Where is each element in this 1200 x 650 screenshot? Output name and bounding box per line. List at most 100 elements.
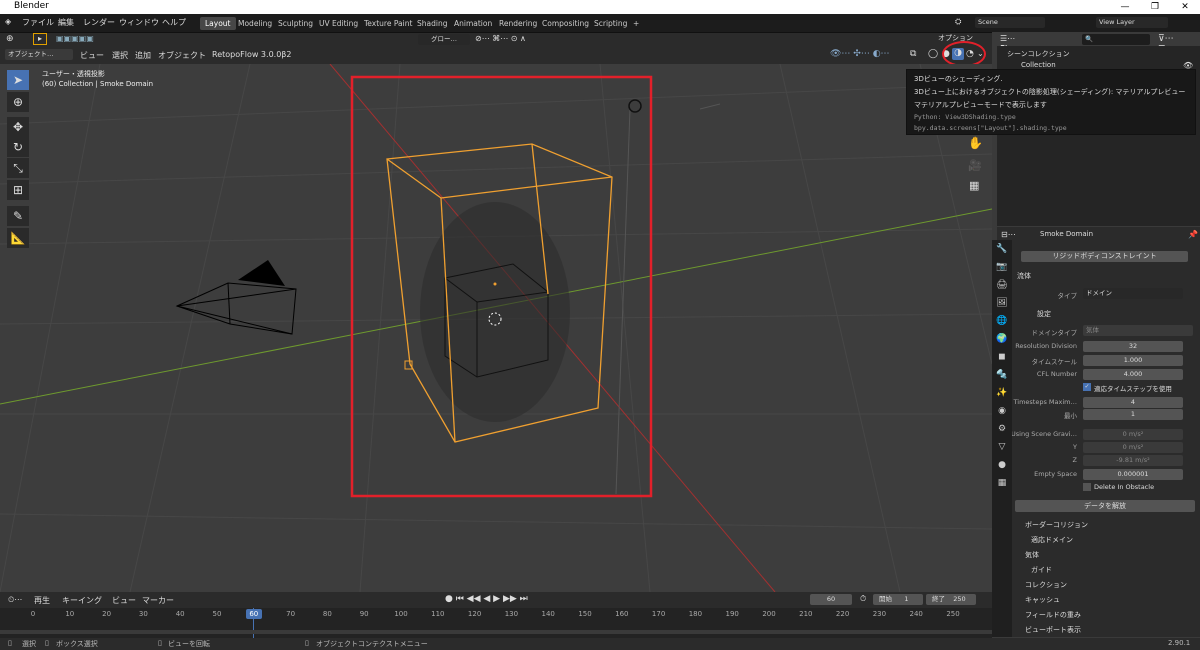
tool-settings-bar: ⊕ ▸ ▣▣▣▣▣ グロー… ⊘⋯ ⌘⋯ ⊙ ∧ ☰⋯ ◧⋯ 🔍 ⊽⋯ ⊞ — [0, 32, 1174, 54]
domain-type-dropdown[interactable]: 気体 — [1083, 325, 1193, 336]
pin-icon[interactable]: 📌 — [1188, 230, 1198, 239]
panel-cache[interactable]: キャッシュ — [1025, 595, 1060, 605]
camera-view-icon[interactable]: 🎥 — [968, 159, 982, 172]
menu-window[interactable]: ウィンドウ — [119, 17, 159, 28]
pan-view-icon[interactable]: ✋ — [968, 136, 983, 150]
select-tool-icon[interactable]: ▸ — [33, 33, 47, 45]
menu-playback[interactable]: 再生 — [34, 595, 50, 606]
transform-orientation-dropdown[interactable]: グロー… — [418, 34, 470, 45]
start-frame-field[interactable]: 開始 1 — [873, 594, 923, 605]
gravity-x-field[interactable]: 0 m/s² — [1083, 429, 1183, 440]
xray-icon[interactable]: ⧉ — [910, 49, 916, 59]
select-mode-icons[interactable]: ▣▣▣▣▣ — [56, 34, 94, 43]
version-label: 2.90.1 — [1168, 639, 1191, 647]
tab-compositing[interactable]: Compositing — [537, 17, 594, 30]
stopwatch-icon[interactable]: ⏱ — [860, 594, 866, 604]
timeline-tick: 240 — [909, 610, 923, 618]
free-data-button[interactable]: データを解放 — [1015, 500, 1195, 512]
rigid-body-constraint-button[interactable]: リジッドボディコンストレイント — [1021, 251, 1188, 262]
fluid-panel-header[interactable]: 流体 — [1017, 271, 1031, 281]
timescale-label: タイムスケール — [1031, 358, 1077, 366]
cursor-tool-icon[interactable]: ⊕ — [7, 92, 29, 112]
panel-guides[interactable]: ガイド — [1031, 565, 1052, 575]
tab-texture-paint[interactable]: Texture Paint — [359, 17, 417, 30]
timesteps-field[interactable]: 4 — [1083, 397, 1183, 408]
menu-view[interactable]: ビュー — [80, 50, 104, 61]
tab-uv-editing[interactable]: UV Editing — [314, 17, 363, 30]
menu-marker[interactable]: マーカー — [142, 595, 174, 606]
delete-obstacle-checkbox[interactable] — [1083, 483, 1091, 491]
pivot-snap-icons[interactable]: ⊘⋯ ⌘⋯ ⊙ ∧ — [475, 34, 526, 43]
outliner-item-collection[interactable]: Collection — [1021, 61, 1056, 69]
start-value: 1 — [904, 595, 909, 603]
menu-add[interactable]: 追加 — [135, 50, 151, 61]
scale-tool-icon[interactable]: ⤡ — [7, 158, 29, 178]
maximize-button[interactable]: ❐ — [1140, 0, 1170, 14]
type-label: タイプ — [1057, 292, 1078, 300]
panel-collections[interactable]: コレクション — [1025, 580, 1067, 590]
editor-type-icon[interactable]: ⊕ — [6, 34, 14, 44]
menu-keying[interactable]: キーイング — [62, 595, 102, 606]
menu-timeline-view[interactable]: ビュー — [112, 595, 136, 606]
end-frame-field[interactable]: 終了 250 — [926, 594, 976, 605]
tab-shading[interactable]: Shading — [412, 17, 452, 30]
rotate-tool-icon[interactable]: ↻ — [7, 137, 29, 157]
wireframe-shading-icon[interactable]: ◯ — [928, 49, 938, 59]
add-workspace-button[interactable]: + — [628, 17, 644, 30]
outliner-scene-collection[interactable]: シーンコレクション — [1007, 49, 1070, 59]
tab-rendering[interactable]: Rendering — [494, 17, 542, 30]
properties-tab-icons[interactable]: 🔧 📷 🖨 🖼 🌐 🌍 ◼ 🔩 ✨ ◉ ⚙ ▽ ● ▦ — [992, 240, 1012, 492]
resolution-field[interactable]: 32 — [1083, 341, 1183, 352]
timeline-area[interactable]: 0 10 20 30 40 50 60 70 80 90 100 110 120 130 140 150 160… — [0, 608, 992, 638]
transform-tool-icon[interactable]: ⊞ — [7, 180, 29, 200]
tab-animation[interactable]: Animation — [449, 17, 497, 30]
cfl-field[interactable]: 4.000 — [1083, 369, 1183, 380]
ortho-toggle-icon[interactable]: ▦ — [969, 179, 979, 192]
min-field[interactable]: 1 — [1083, 409, 1183, 420]
adaptive-checkbox[interactable]: ✓ — [1083, 383, 1091, 391]
tab-layout[interactable]: Layout — [200, 17, 236, 30]
timeline-tick: 130 — [504, 610, 519, 618]
menu-select[interactable]: 選択 — [112, 50, 128, 61]
view-layer-field[interactable]: View Layer — [1096, 17, 1168, 28]
retopoflow-menu[interactable]: RetopoFlow 3.0.0β2 — [212, 50, 291, 59]
menu-file[interactable]: ファイル — [22, 17, 54, 28]
close-button[interactable]: ✕ — [1170, 0, 1200, 14]
tab-sculpting[interactable]: Sculpting — [273, 17, 318, 30]
timeline-scrollbar[interactable] — [0, 630, 992, 634]
measure-tool-icon[interactable]: 📐 — [7, 228, 29, 248]
3d-viewport[interactable]: ユーザー・透視投影 (60) Collection | Smoke Domain… — [0, 64, 992, 592]
panel-gas[interactable]: 気体 — [1025, 550, 1039, 560]
outliner-search-input[interactable]: 🔍 — [1082, 34, 1150, 45]
current-frame-field[interactable]: 60 — [810, 594, 852, 605]
timescale-field[interactable]: 1.000 — [1083, 355, 1183, 366]
gravity-z-field[interactable]: -9.81 m/s² — [1083, 455, 1183, 466]
timeline-tick: 90 — [359, 610, 369, 618]
settings-subpanel-header[interactable]: 設定 — [1037, 309, 1051, 319]
blender-logo-icon[interactable]: ◈ — [5, 17, 11, 26]
type-dropdown[interactable]: ドメイン — [1083, 288, 1183, 299]
panel-border-collision[interactable]: ボーダーコリジョン — [1025, 520, 1088, 530]
menu-object[interactable]: オブジェクト — [158, 50, 206, 61]
mode-dropdown[interactable]: オブジェクト… — [5, 49, 73, 60]
menu-edit[interactable]: 編集 — [58, 17, 74, 28]
select-box-tool-icon[interactable]: ➤ — [7, 70, 29, 90]
panel-viewport-display[interactable]: ビューポート表示 — [1025, 625, 1081, 635]
empty-space-field[interactable]: 0.000001 — [1083, 469, 1183, 480]
properties-editor-icon[interactable]: ⊟⋯ — [1001, 230, 1016, 239]
options-dropdown[interactable]: オプション — [938, 33, 973, 43]
minimize-button[interactable]: — — [1110, 0, 1140, 14]
menu-render[interactable]: レンダー — [83, 17, 115, 28]
panel-adaptive-domain[interactable]: 適応ドメイン — [1031, 535, 1073, 545]
scene-name-field[interactable]: Scene — [975, 17, 1045, 28]
tab-scripting[interactable]: Scripting — [589, 17, 632, 30]
move-tool-icon[interactable]: ✥ — [7, 117, 29, 137]
menu-help[interactable]: ヘルプ — [162, 17, 186, 28]
gravity-y-field[interactable]: 0 m/s² — [1083, 442, 1183, 453]
playback-controls-icons[interactable]: ● ⏮ ◀◀ ◀ ▶ ▶▶ ⏭ — [445, 594, 528, 604]
gizmo-overlay-icons[interactable]: 👁⋯ ✣⋯ ◐⋯ — [830, 49, 890, 59]
timeline-editor-icon[interactable]: ⏲⋯ — [8, 595, 22, 605]
panel-field-weights[interactable]: フィールドの重み — [1025, 610, 1081, 620]
annotate-tool-icon[interactable]: ✎ — [7, 206, 29, 226]
tab-modeling[interactable]: Modeling — [233, 17, 277, 30]
